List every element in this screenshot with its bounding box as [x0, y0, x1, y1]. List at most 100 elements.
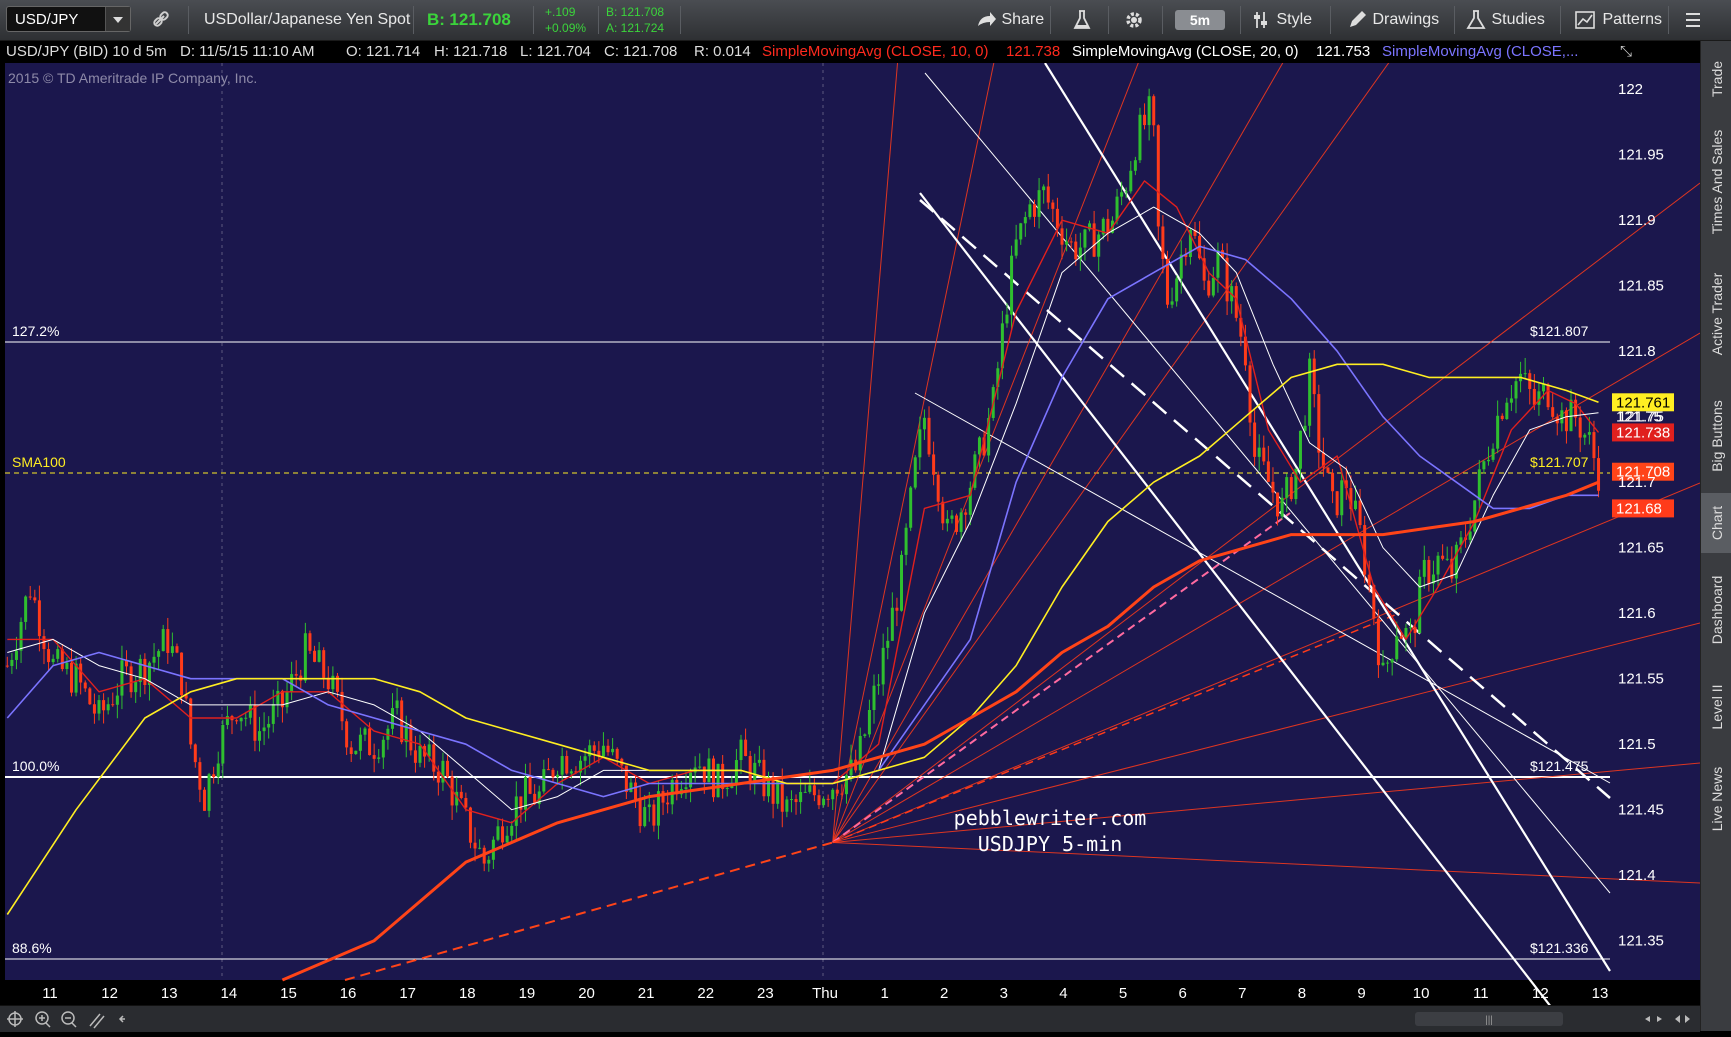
- y-tick-label: 121.65: [1618, 540, 1664, 557]
- candle-body: [1253, 422, 1257, 457]
- side-tab-label: Trade: [1708, 60, 1725, 98]
- candle-body: [1335, 491, 1339, 516]
- scroll-right-icon[interactable]: [1657, 1016, 1662, 1022]
- side-tab-chart[interactable]: Chart: [1701, 493, 1731, 553]
- x-tick-label: 12: [101, 985, 118, 1002]
- candle-body: [702, 766, 706, 783]
- price-chart[interactable]: 127.2% $121.807100.0% $121.47588.6% $121.33…: [0, 63, 1700, 1005]
- candle-body: [1486, 459, 1490, 462]
- zoom-in-icon[interactable]: [35, 1011, 51, 1028]
- timeframe-button[interactable]: 5m: [1175, 10, 1225, 30]
- symbol-selector[interactable]: USD/JPY: [6, 6, 131, 32]
- patterns-button[interactable]: Patterns: [1574, 0, 1662, 40]
- candle-body: [14, 650, 18, 660]
- symbol-description: USDollar/Japanese Yen Spot: [204, 11, 411, 28]
- candle-body: [1069, 241, 1073, 243]
- side-tab-label: Level II: [1708, 684, 1725, 730]
- side-tab-big-buttons[interactable]: Big Buttons: [1701, 381, 1731, 491]
- side-tab-active-trader[interactable]: Active Trader: [1701, 249, 1731, 379]
- candle-body: [244, 717, 248, 719]
- candle-body: [666, 802, 670, 805]
- candle-body: [1514, 381, 1518, 399]
- candle-body: [212, 774, 216, 778]
- candle-body: [102, 700, 106, 711]
- side-tab-trade[interactable]: Trade: [1701, 43, 1731, 115]
- fib-level-value: $121.807: [1530, 323, 1589, 339]
- zoom-out-icon[interactable]: [61, 1011, 77, 1028]
- candle-body: [835, 789, 839, 794]
- candle-body: [1376, 618, 1380, 666]
- sma50-label[interactable]: SimpleMovingAvg (CLOSE,...: [1382, 41, 1578, 63]
- candle-body: [294, 674, 298, 676]
- collapse-icon[interactable]: ⤡: [1612, 41, 1640, 63]
- candle-body: [322, 650, 326, 678]
- x-tick-label: 7: [1238, 985, 1246, 1002]
- x-tick-label: 4: [1059, 985, 1067, 1002]
- candle-body: [198, 762, 202, 790]
- candle-body: [478, 847, 482, 849]
- candle-body: [170, 646, 174, 653]
- menu-icon[interactable]: [1684, 0, 1702, 40]
- gear-icon[interactable]: [1124, 0, 1144, 40]
- candle-body: [1592, 432, 1596, 459]
- side-tab-dashboard[interactable]: Dashboard: [1701, 555, 1731, 665]
- candle-body: [1542, 384, 1546, 392]
- drawing-tool-icon[interactable]: [89, 1013, 105, 1029]
- candle-body: [358, 734, 362, 751]
- price-tag-label: 121.68: [1616, 500, 1662, 517]
- candle-body: [1564, 410, 1568, 432]
- candle-body: [643, 807, 647, 827]
- chevron-down-icon[interactable]: [105, 7, 130, 31]
- candle-body: [1583, 434, 1587, 438]
- candle-body: [881, 647, 885, 685]
- side-tab-level-ii[interactable]: Level II: [1701, 667, 1731, 747]
- candle-body: [844, 775, 848, 795]
- fib-level-label: 88.6%: [12, 940, 52, 956]
- x-tick-label: 21: [638, 985, 655, 1002]
- side-tab-live-news[interactable]: Live News: [1701, 749, 1731, 849]
- candle-body: [1537, 391, 1541, 405]
- x-tick-label: 2: [940, 985, 948, 1002]
- candle-body: [1124, 191, 1128, 193]
- candle-body: [514, 796, 518, 826]
- candle-body: [799, 792, 803, 803]
- change-value: +.109: [545, 5, 576, 19]
- candle-body: [546, 769, 550, 771]
- sma20-label[interactable]: SimpleMovingAvg (CLOSE, 20, 0): [1072, 41, 1299, 63]
- side-tab-times-and-sales[interactable]: Times And Sales: [1701, 117, 1731, 247]
- side-tab-label: Chart: [1708, 505, 1725, 541]
- studies-button[interactable]: Studies: [1465, 0, 1545, 40]
- expand-icon[interactable]: [1675, 1015, 1690, 1023]
- flask-icon[interactable]: [1073, 0, 1091, 40]
- scroll-left-icon[interactable]: [1645, 1016, 1650, 1022]
- scroll-left-icon[interactable]: [118, 1015, 125, 1023]
- candle-body: [1560, 410, 1564, 424]
- share-button[interactable]: Share: [975, 0, 1044, 40]
- candle-body: [1115, 196, 1119, 221]
- candle-body: [1358, 500, 1362, 526]
- link-icon[interactable]: [152, 0, 170, 40]
- info-date: D: 11/5/15 11:10 AM: [180, 43, 315, 60]
- candle-body: [285, 692, 289, 708]
- candle-body: [551, 769, 555, 778]
- divider: [1454, 6, 1455, 34]
- candle-body: [941, 501, 945, 524]
- style-button[interactable]: Style: [1252, 0, 1312, 40]
- candle-body: [936, 474, 940, 502]
- annotation-subtitle: USDJPY 5-min: [978, 832, 1123, 856]
- candle-body: [143, 658, 147, 685]
- y-tick-label: 121.6: [1618, 605, 1656, 622]
- studies-label: Studies: [1491, 11, 1545, 28]
- crosshair-icon[interactable]: [7, 1011, 23, 1027]
- candle-body: [789, 799, 793, 801]
- drawings-button[interactable]: Drawings: [1346, 0, 1439, 40]
- candle-body: [734, 760, 738, 784]
- candle-body: [1413, 627, 1417, 634]
- candle-body: [1032, 204, 1036, 217]
- candle-body: [634, 782, 638, 800]
- drawings-label: Drawings: [1372, 11, 1440, 28]
- sma10-label[interactable]: SimpleMovingAvg (CLOSE, 10, 0): [762, 41, 989, 63]
- candle-body: [959, 512, 963, 532]
- candle-body: [1569, 399, 1573, 432]
- candle-body: [161, 629, 165, 652]
